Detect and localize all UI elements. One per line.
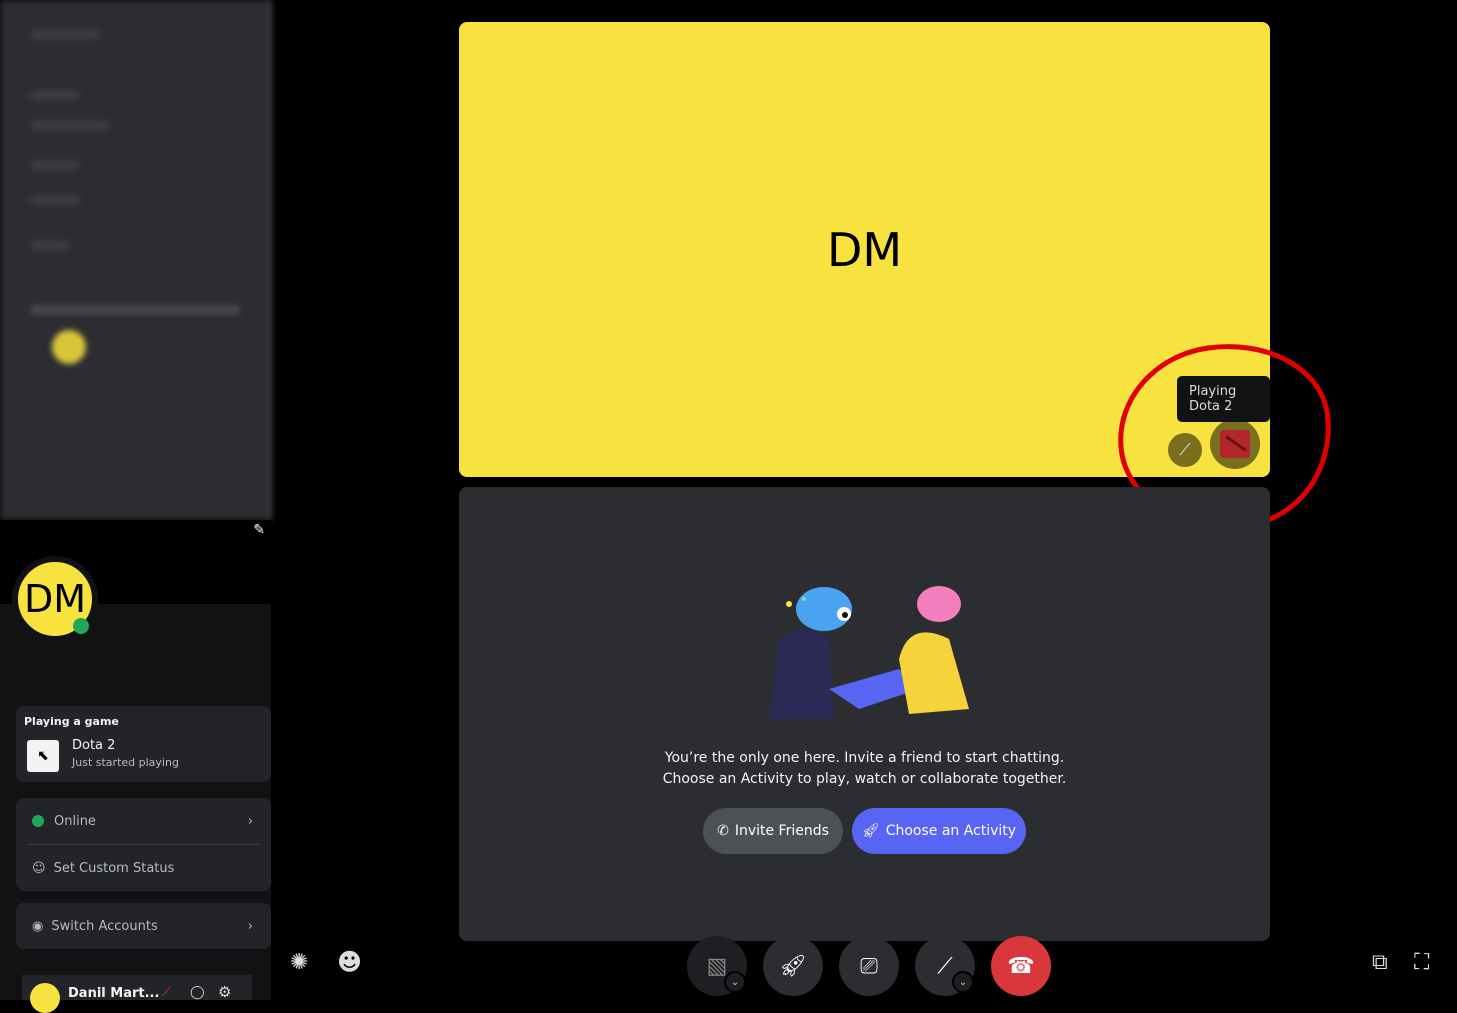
activity-rocket-button[interactable]: 🚀︎	[763, 936, 823, 996]
switch-accounts-label: Switch Accounts	[51, 918, 158, 934]
game-status: Just started playing	[72, 756, 179, 769]
disconnect-button[interactable]: ☎︎	[991, 936, 1051, 996]
status-card: Online › ☺ Set Custom Status	[16, 798, 271, 891]
mic-muted-icon[interactable]: ⟋	[162, 985, 171, 1000]
user-circle-icon: ◉	[32, 918, 44, 934]
fullscreen-icon[interactable]: ⛶	[1414, 950, 1429, 975]
set-custom-status[interactable]: ☺ Set Custom Status	[16, 845, 271, 891]
empty-call-tile: You’re the only one here. Invite a frien…	[459, 487, 1270, 941]
activity-card: Playing a game ⬉ Dota 2 Just started pla…	[16, 706, 271, 782]
headphones-icon[interactable]: ◯	[190, 985, 205, 1000]
chevron-right-icon: ›	[247, 918, 253, 934]
emoji-icon[interactable]: ☻	[337, 948, 362, 976]
smile-icon: ☺	[32, 860, 46, 876]
invite-friends-label: Invite Friends	[734, 823, 829, 839]
participant-initials: DM	[826, 222, 903, 277]
activity-illustration	[769, 586, 969, 719]
camera-options-chevron[interactable]: ⌄	[724, 971, 746, 993]
edit-profile-icon[interactable]: ✎	[253, 522, 265, 538]
soundboard-icon[interactable]: ✺	[290, 950, 308, 975]
game-name: Dota 2	[72, 738, 116, 753]
status-label: Online	[54, 813, 96, 829]
empty-message-line2: Choose an Activity to play, watch or col…	[662, 771, 1067, 787]
settings-gear-icon[interactable]: ⚙	[218, 983, 231, 1001]
game-icon: ⬉	[27, 740, 59, 772]
user-plus-icon: ✆	[717, 823, 729, 839]
choose-activity-button[interactable]: 🚀︎ Choose an Activity	[852, 808, 1026, 854]
invite-friends-button[interactable]: ✆ Invite Friends	[703, 808, 843, 854]
custom-status-label: Set Custom Status	[53, 860, 175, 876]
online-dot-icon	[32, 815, 44, 827]
status-online[interactable]: Online ›	[16, 798, 271, 844]
pop-out-icon[interactable]: ⧉	[1372, 950, 1388, 975]
switch-accounts[interactable]: ◉ Switch Accounts ›	[16, 903, 271, 949]
user-bar: Danil Mart... ⟋ ◯ ⚙	[22, 975, 252, 1013]
user-profile-popout: ✎ DM Playing a game ⬉ Dota 2 Just starte…	[0, 520, 271, 1013]
choose-activity-label: Choose an Activity	[885, 823, 1017, 839]
activity-header: Playing a game	[24, 715, 119, 728]
empty-message-line1: You’re the only one here. Invite a frien…	[664, 750, 1065, 766]
mic-options-chevron[interactable]: ⌄	[952, 971, 974, 993]
username: Danil Mart...	[68, 986, 160, 1001]
user-bar-avatar[interactable]	[30, 983, 60, 1013]
online-status-dot	[73, 618, 89, 634]
chevron-right-icon: ›	[247, 813, 253, 829]
screen-share-button[interactable]: ⎚	[839, 936, 899, 996]
rocket-icon: 🚀︎	[861, 823, 880, 839]
blurred-channel-sidebar	[0, 0, 272, 520]
